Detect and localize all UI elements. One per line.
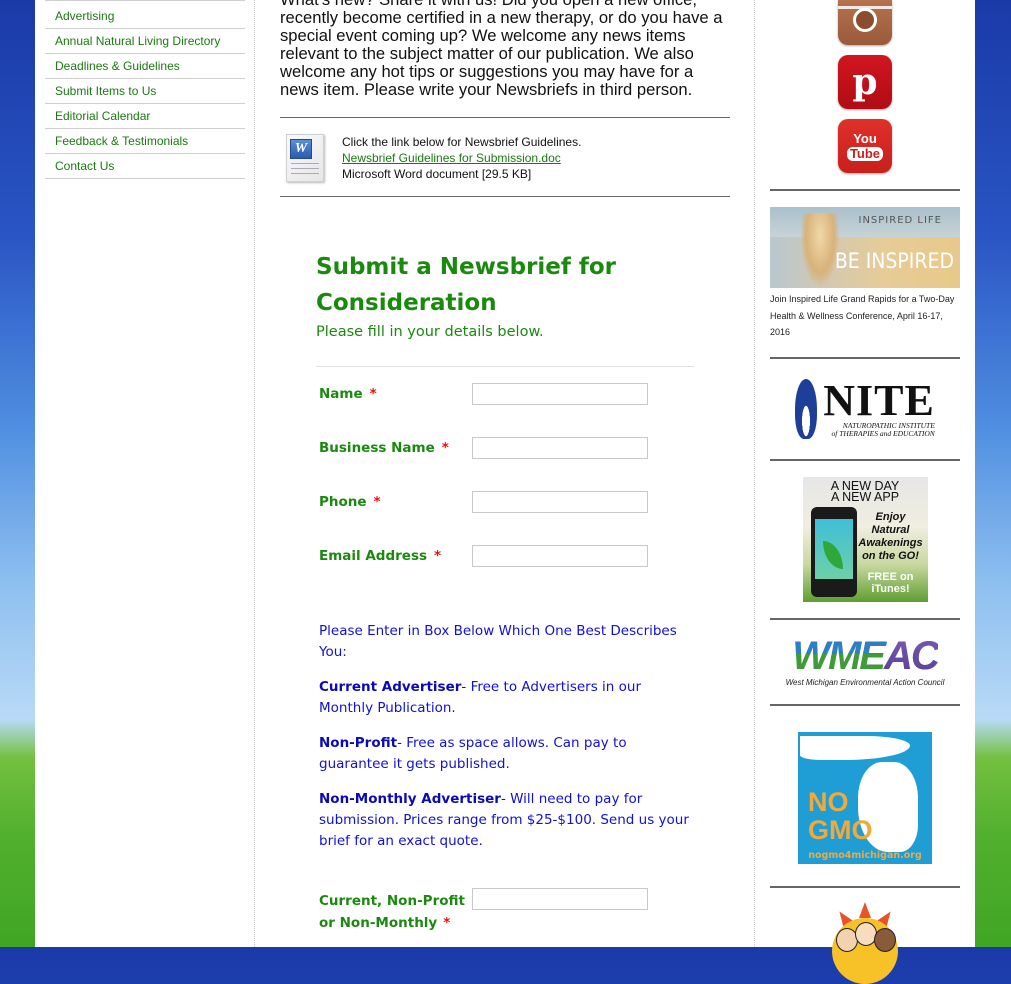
youtube-icon[interactable]: You Tube [838, 119, 892, 173]
newsbrief-form: Submit a Newsbrief for Consideration Ple… [280, 197, 694, 934]
form-title: Submit a Newsbrief for Consideration [316, 254, 617, 316]
social-links: p You Tube [770, 0, 960, 183]
email-label: Email Address * [319, 548, 442, 564]
description-intro: Please Enter in Box Below Which One Best… [319, 623, 677, 660]
inspired-life-image[interactable]: INSPIRED LIFE BE INSPIRED [770, 207, 960, 288]
inspired-life-promo: INSPIRED LIFE BE INSPIRED Join Inspired … [770, 207, 960, 341]
nav-item-editorial-calendar[interactable]: Editorial Calendar [45, 104, 245, 129]
kids-sun-logo[interactable] [770, 888, 960, 984]
required-marker: * [441, 440, 449, 456]
download-text: Click the link below for Newsbrief Guide… [342, 134, 581, 182]
option-current-advertiser: Current Advertiser- Free to Advertisers … [319, 679, 642, 716]
nav-item-contact[interactable]: Contact Us [45, 154, 245, 179]
field-row-email: Email Address * [316, 529, 694, 583]
nite-logo[interactable]: NITE NATUROPATHIC INSTITUTE of THERAPIES… [770, 359, 960, 459]
required-marker: * [373, 494, 381, 510]
required-marker: * [369, 386, 377, 402]
name-label: Name * [319, 386, 377, 402]
category-description: Please Enter in Box Below Which One Best… [316, 621, 694, 852]
right-sidebar: p You Tube INSPIRED LIFE BE INSPIRED Join… [770, 0, 960, 984]
field-row-name: Name * [316, 367, 694, 421]
option-non-monthly: Non-Monthly Advertiser- Will need to pay… [319, 791, 689, 849]
nogmo-logo[interactable]: NO GMO nogmo4michigan.org [770, 706, 960, 886]
required-marker: * [434, 548, 442, 564]
email-input[interactable] [472, 545, 648, 567]
nav-item-deadlines[interactable]: Deadlines & Guidelines [45, 54, 245, 79]
natural-awakenings-app-ad[interactable]: A NEW DAY A NEW APP Enjoy Natural Awakeni… [770, 461, 960, 618]
download-link[interactable]: Newsbrief Guidelines for Submission.doc [342, 151, 561, 165]
intro-paragraph: What's new? Share it with us! Did you op… [280, 0, 723, 99]
business-name-label: Business Name * [319, 440, 449, 456]
sidebar-divider [770, 189, 960, 191]
pinterest-icon[interactable]: p [838, 55, 892, 109]
wmeac-logo[interactable]: WMEAC West Michigan Environmental Action… [770, 620, 960, 704]
nav-item-submit-items[interactable]: Submit Items to Us [45, 79, 245, 104]
nav-item-directory[interactable]: Annual Natural Living Directory [45, 29, 245, 54]
inspired-life-caption: Join Inspired Life Grand Rapids for a Tw… [770, 294, 955, 337]
page: Advertising Annual Natural Living Direct… [35, 0, 975, 984]
field-row-phone: Phone * [316, 475, 694, 529]
field-row-business-name: Business Name * [316, 421, 694, 475]
column-divider-right [754, 0, 755, 947]
phone-image [810, 506, 857, 597]
business-name-input[interactable] [472, 437, 648, 459]
form-subtitle: Please fill in your details below. [316, 324, 544, 340]
download-intro: Click the link below for Newsbrief Guide… [342, 135, 582, 149]
nav-item-advertising[interactable]: Advertising [45, 4, 245, 29]
download-box: W Click the link below for Newsbrief Gui… [280, 118, 730, 196]
main-content: What's new? Share it with us! Did you op… [280, 0, 730, 934]
nav-item-feedback[interactable]: Feedback & Testimonials [45, 129, 245, 154]
name-input[interactable] [472, 383, 648, 405]
column-divider-left [254, 0, 255, 947]
file-info: Microsoft Word document [29.5 KB] [342, 167, 532, 181]
phone-label: Phone * [319, 494, 381, 510]
category-label: Current, Non-Profit or Non-Monthly * [319, 893, 465, 931]
required-marker: * [443, 915, 451, 931]
field-row-category: Current, Non-Profit or Non-Monthly * [316, 888, 694, 934]
word-document-icon[interactable]: W [286, 134, 324, 182]
instagram-icon[interactable] [838, 0, 892, 45]
flame-icon [795, 378, 818, 439]
left-nav: Advertising Annual Natural Living Direct… [45, 0, 245, 179]
phone-input[interactable] [472, 491, 648, 513]
category-input[interactable] [472, 888, 648, 910]
option-non-profit: Non-Profit- Free as space allows. Can pa… [319, 735, 627, 772]
